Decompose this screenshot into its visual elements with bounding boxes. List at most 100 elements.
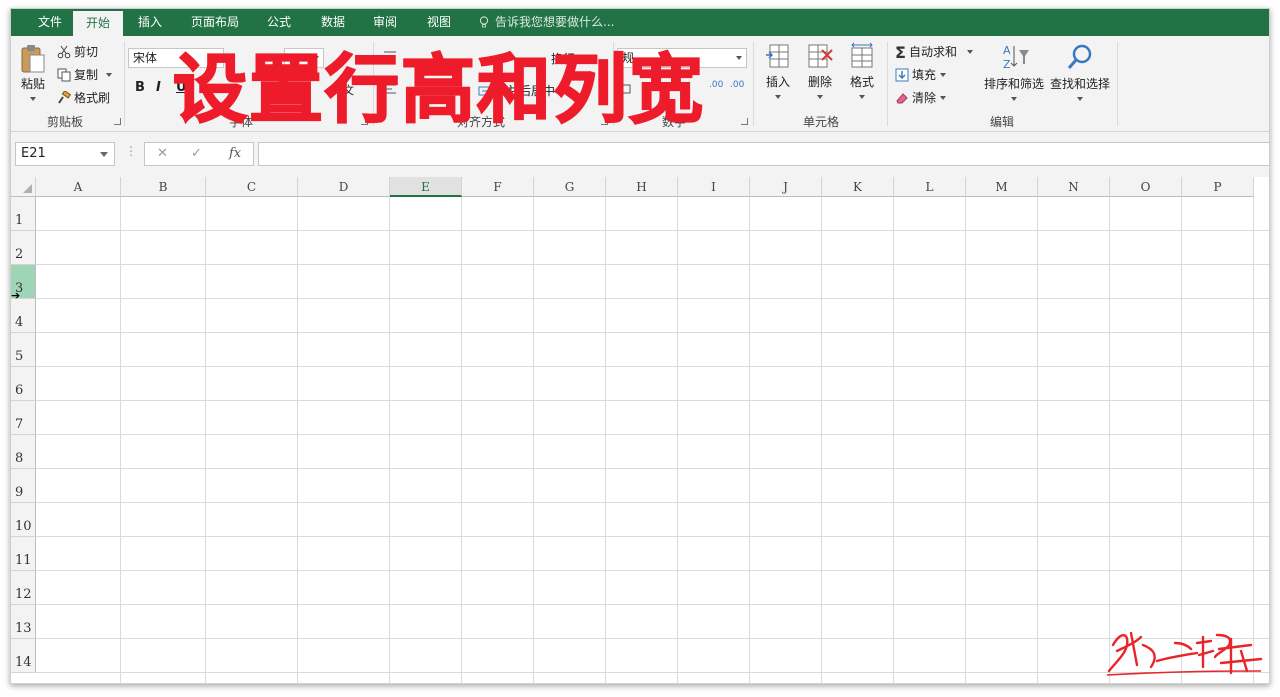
insert-cells-button[interactable]: 插入 (759, 42, 797, 104)
row-header-10[interactable]: 10 (11, 503, 36, 537)
find-select-button[interactable]: 查找和选择 (1047, 42, 1113, 106)
enter-icon[interactable]: ✓ (191, 146, 202, 161)
row-gridline (36, 332, 1269, 333)
insert-function-icon[interactable]: fx (229, 146, 241, 161)
row-header-2[interactable]: 2 (11, 231, 36, 265)
clear-button[interactable]: 清除 (895, 89, 947, 106)
tab-insert[interactable]: 插入 (125, 9, 175, 36)
tab-page-layout[interactable]: 页面布局 (183, 9, 247, 36)
tell-me-text: 告诉我您想要做什么... (495, 15, 615, 29)
row-number: 11 (15, 553, 32, 568)
paste-button[interactable]: 粘贴 (17, 44, 49, 104)
row-number: 5 (15, 349, 24, 364)
column-header-a[interactable]: A (36, 177, 121, 197)
row-gridline (36, 298, 1269, 299)
column-header-h[interactable]: H (606, 177, 678, 197)
copy-dropdown-caret[interactable] (106, 73, 113, 77)
row-header-6[interactable]: 6 (11, 367, 36, 401)
tab-home[interactable]: 开始 (73, 11, 123, 36)
column-header-b[interactable]: B (121, 177, 206, 197)
decrease-decimal-button[interactable]: .00 (730, 80, 744, 90)
column-header-e[interactable]: E (390, 177, 462, 197)
italic-button[interactable]: I (156, 80, 161, 95)
column-header-k[interactable]: K (822, 177, 894, 197)
column-gridline (1181, 197, 1182, 683)
column-gridline (533, 197, 534, 683)
row-header-11[interactable]: 11 (11, 537, 36, 571)
increase-decimal-button[interactable]: .00 (709, 80, 723, 90)
clear-caret[interactable] (940, 96, 947, 100)
format-cells-icon (851, 42, 873, 68)
column-header-j[interactable]: J (750, 177, 822, 197)
tell-me-search[interactable]: 告诉我您想要做什么... (479, 9, 614, 36)
row-header-13[interactable]: 13 (11, 605, 36, 639)
column-gridline (389, 197, 390, 683)
copy-button[interactable]: 复制 (57, 66, 113, 83)
name-box[interactable]: E21 (15, 142, 115, 166)
name-box-dropdown-caret[interactable] (100, 152, 108, 157)
row-number: 13 (15, 621, 32, 636)
column-header-d[interactable]: D (298, 177, 390, 197)
paste-dropdown-caret[interactable] (30, 97, 36, 101)
select-all-corner[interactable] (11, 177, 36, 197)
clipboard-dialog-launcher[interactable] (114, 118, 121, 125)
row-gridline (36, 638, 1269, 639)
format-painter-button[interactable]: 格式刷 (57, 89, 110, 106)
row-header-1[interactable]: 1 (11, 197, 36, 231)
fill-caret[interactable] (940, 73, 947, 77)
svg-text:Z: Z (1003, 58, 1011, 71)
delete-cells-button[interactable]: 删除 (801, 42, 839, 104)
tab-file[interactable]: 文件 (25, 9, 75, 36)
column-header-c[interactable]: C (206, 177, 298, 197)
ribbon-tab-bar: 文件 开始 插入 页面布局 公式 数据 审阅 视图 告诉我您想要做什么... (11, 9, 1269, 36)
row-header-8[interactable]: 8 (11, 435, 36, 469)
group-separator (753, 42, 754, 126)
autosum-label: 自动求和 (908, 45, 957, 59)
row-header-5[interactable]: 5 (11, 333, 36, 367)
author-signature (1106, 631, 1263, 676)
column-gridline (605, 197, 606, 683)
clear-label: 清除 (912, 91, 937, 105)
fill-label: 填充 (912, 68, 937, 82)
sort-filter-caret[interactable] (1011, 97, 1017, 101)
column-header-g[interactable]: G (534, 177, 606, 197)
column-header-o[interactable]: O (1110, 177, 1182, 197)
paintbrush-icon (58, 91, 71, 104)
column-header-m[interactable]: M (966, 177, 1038, 197)
column-header-n[interactable]: N (1038, 177, 1110, 197)
column-header-p[interactable]: P (1182, 177, 1254, 197)
column-header-i[interactable]: I (678, 177, 750, 197)
tab-review[interactable]: 审阅 (361, 9, 409, 36)
insert-cells-caret[interactable] (775, 95, 781, 99)
row-number: 9 (15, 485, 24, 500)
number-dialog-launcher[interactable] (741, 118, 748, 125)
format-cells-button[interactable]: 格式 (843, 42, 881, 104)
tab-formulas[interactable]: 公式 (255, 9, 303, 36)
format-cells-caret[interactable] (859, 95, 865, 99)
find-select-caret[interactable] (1077, 97, 1083, 101)
editing-group-label: 编辑 (989, 115, 1014, 129)
bold-button[interactable]: B (135, 80, 145, 95)
row-header-14[interactable]: 14 (11, 639, 36, 673)
column-header-f[interactable]: F (462, 177, 534, 197)
row-header-12[interactable]: 12 (11, 571, 36, 605)
autosum-caret[interactable] (966, 50, 973, 54)
fill-button[interactable]: 填充 (895, 66, 947, 83)
row-gridline (36, 536, 1269, 537)
column-gridline (965, 197, 966, 683)
row-header-4[interactable]: 4 (11, 299, 36, 333)
worksheet-grid[interactable]: ABCDEFGHIJKLMNOP 1 2 3 4 5 6 7 8 9 10 11 12 13 14 ➔ (11, 177, 1269, 683)
row-header-9[interactable]: 9 (11, 469, 36, 503)
column-header-l[interactable]: L (894, 177, 966, 197)
tab-data[interactable]: 数据 (309, 9, 357, 36)
cut-button[interactable]: 剪切 (57, 43, 98, 60)
row-gridline (36, 230, 1269, 231)
row-header-7[interactable]: 7 (11, 401, 36, 435)
sort-filter-button[interactable]: AZ 排序和筛选 (981, 42, 1047, 106)
autosum-button[interactable]: Σ 自动求和 (895, 43, 973, 62)
formula-bar-grip[interactable]: ⋮ (125, 144, 137, 158)
cancel-icon[interactable]: ✕ (157, 146, 168, 161)
formula-input[interactable] (258, 142, 1269, 166)
tab-view[interactable]: 视图 (415, 9, 463, 36)
delete-cells-caret[interactable] (817, 95, 823, 99)
